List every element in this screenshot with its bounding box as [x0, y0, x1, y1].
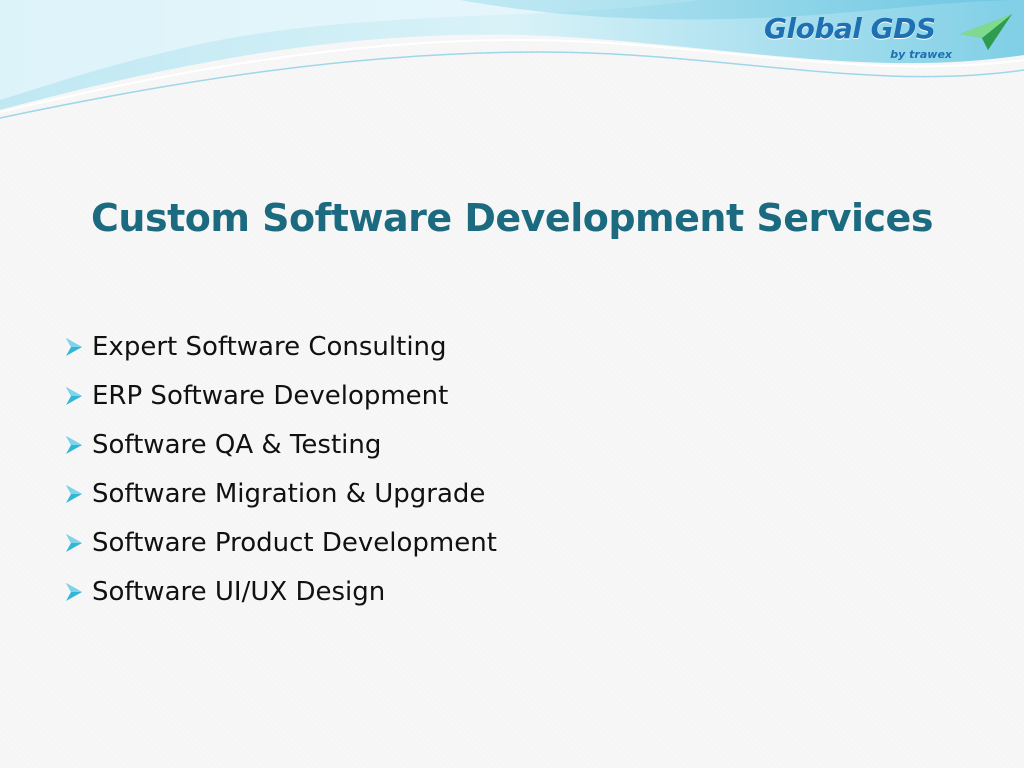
list-item: Expert Software Consulting: [62, 322, 497, 371]
logo: Global GDS by trawex: [764, 6, 1014, 66]
list-item-label: ERP Software Development: [92, 380, 449, 411]
slide-title: Custom Software Development Services: [91, 196, 933, 240]
arrow-bullet-icon: [66, 533, 82, 552]
arrow-bullet-icon: [66, 337, 82, 356]
arrow-bullet-icon: [66, 582, 82, 601]
arrow-bullet-icon: [66, 435, 82, 454]
list-item: Software Product Development: [62, 518, 497, 567]
list-item-label: Software QA & Testing: [92, 429, 382, 460]
list-item-label: Software UI/UX Design: [92, 576, 386, 607]
bullet-list: Expert Software Consulting ERP Software …: [62, 322, 497, 616]
paper-plane-icon: [960, 14, 1012, 50]
list-item-label: Software Product Development: [92, 527, 497, 558]
list-item: Software Migration & Upgrade: [62, 469, 497, 518]
list-item: ERP Software Development: [62, 371, 497, 420]
list-item: Software QA & Testing: [62, 420, 497, 469]
arrow-bullet-icon: [66, 386, 82, 405]
slide: Global GDS by trawex Custom Software Dev…: [0, 0, 1024, 768]
list-item-label: Software Migration & Upgrade: [92, 478, 486, 509]
logo-text: Global GDS: [764, 12, 936, 45]
logo-tagline: by trawex: [890, 48, 952, 61]
list-item: Software UI/UX Design: [62, 567, 497, 616]
list-item-label: Expert Software Consulting: [92, 331, 447, 362]
arrow-bullet-icon: [66, 484, 82, 503]
